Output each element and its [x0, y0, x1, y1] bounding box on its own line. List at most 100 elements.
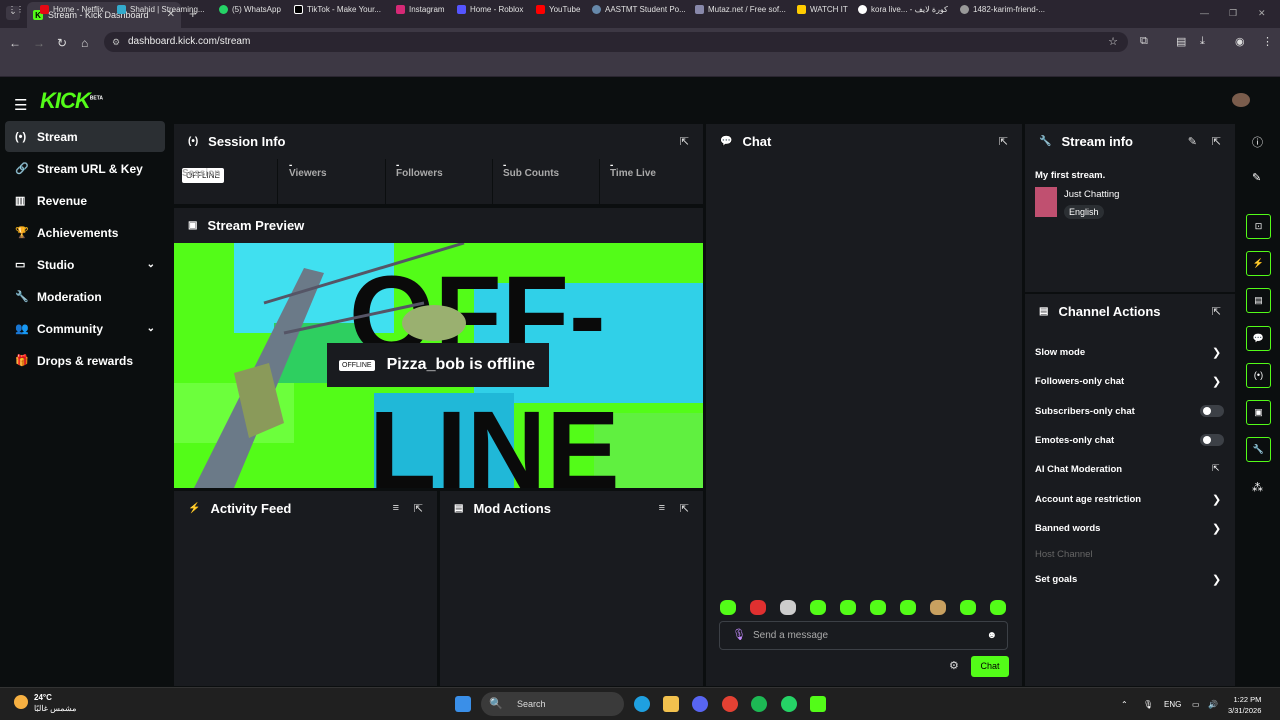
stream-category[interactable]: Just Chatting [1064, 189, 1119, 200]
address-bar[interactable]: ⚙ dashboard.kick.com/stream ☆ [104, 32, 1128, 52]
home-icon[interactable]: ⌂ [81, 36, 88, 50]
popout-icon[interactable]: ⇱ [414, 502, 423, 515]
sidebar-item-achievements[interactable]: 🏆 Achievements [5, 217, 165, 248]
taskbar-clock[interactable]: 1:22 PM 3/31/2026 [1228, 694, 1261, 716]
popout-icon[interactable]: ⇱ [680, 135, 689, 148]
rail-focus-button[interactable]: ⊡ [1246, 214, 1271, 239]
rail-session-button[interactable]: (•) [1246, 363, 1271, 388]
followers-only-chat-item[interactable]: Followers-only chat [1035, 376, 1124, 387]
rail-activity-button[interactable]: ⚡ [1246, 251, 1271, 276]
bookmark-kora[interactable]: kora live... - كورة لايف [858, 5, 948, 14]
bookmark-watchit[interactable]: WATCH IT [797, 5, 848, 14]
sidebar-item-revenue[interactable]: ▥ Revenue [5, 185, 165, 216]
volume-icon[interactable]: 🔊 [1208, 700, 1218, 709]
minimize-icon[interactable]: — [1200, 8, 1209, 18]
slow-mode-item[interactable]: Slow mode [1035, 347, 1085, 358]
download-icon[interactable]: ⤓ [1200, 35, 1205, 48]
tray-chevron-icon[interactable]: ⌃ [1121, 700, 1128, 709]
chat-message-input[interactable]: 🎙 Send a message ☻ [719, 621, 1008, 650]
emote-icon[interactable] [840, 600, 856, 615]
forward-icon[interactable]: → [33, 36, 45, 50]
microphone-icon[interactable]: 🎙 [732, 622, 746, 649]
network-icon[interactable]: ▭ [1192, 700, 1200, 709]
sidebar-item-studio[interactable]: ▭ Studio ⌄ [5, 249, 165, 280]
emote-icon[interactable] [870, 600, 886, 615]
bookmark-netflix[interactable]: Home - Netflix [40, 5, 104, 14]
subscribers-only-toggle[interactable] [1200, 405, 1224, 417]
bookmark-youtube[interactable]: YouTube [536, 5, 580, 14]
close-window-icon[interactable]: ✕ [1258, 8, 1266, 19]
chevron-right-icon[interactable]: ❯ [1212, 493, 1221, 506]
rail-mod-actions-button[interactable]: ▤ [1246, 288, 1271, 313]
windows-start-icon[interactable] [455, 696, 471, 712]
file-explorer-icon[interactable] [663, 696, 679, 712]
banned-words-item[interactable]: Banned words [1035, 523, 1100, 534]
sidebar-item-drops-rewards[interactable]: 🎁 Drops & rewards [5, 345, 165, 376]
send-chat-button[interactable]: Chat [971, 656, 1009, 677]
kick-logo[interactable]: KICKBETA [40, 88, 103, 114]
microphone-tray-icon[interactable]: 🎙 [1143, 700, 1153, 709]
account-age-restriction-item[interactable]: Account age restriction [1035, 494, 1141, 505]
site-info-icon[interactable]: ⚙ [112, 32, 120, 52]
emote-icon[interactable] [930, 600, 946, 615]
user-avatar[interactable] [1232, 93, 1250, 107]
emote-icon[interactable] [810, 600, 826, 615]
chrome-icon[interactable] [722, 696, 738, 712]
chevron-right-icon[interactable]: ❯ [1212, 375, 1221, 388]
chevron-right-icon[interactable]: ❯ [1212, 573, 1221, 586]
emote-icon[interactable] [720, 600, 736, 615]
menu-dots-icon[interactable]: ⋮ [1262, 35, 1273, 48]
info-icon[interactable]: ⓘ [1252, 134, 1263, 150]
set-goals-item[interactable]: Set goals [1035, 574, 1077, 585]
popout-icon[interactable]: ⇱ [999, 135, 1008, 148]
rail-chat-button[interactable]: 💬 [1246, 326, 1271, 351]
reload-icon[interactable]: ↻ [57, 36, 67, 50]
sidebar-item-community[interactable]: 👥 Community ⌄ [5, 313, 165, 344]
filter-icon[interactable]: ≡ [659, 502, 665, 514]
bookmark-whatsapp[interactable]: (5) WhatsApp [219, 5, 281, 14]
edge-icon[interactable] [634, 696, 650, 712]
rail-preview-button[interactable]: ▣ [1246, 400, 1271, 425]
emote-icon[interactable] [750, 600, 766, 615]
spotify-icon[interactable] [751, 696, 767, 712]
extensions-icon[interactable]: ⧉ [1140, 35, 1148, 48]
bookmark-mutaz[interactable]: Mutaz.net / Free sof... [695, 5, 786, 14]
sidebar-item-stream[interactable]: (•) Stream [5, 121, 165, 152]
ai-chat-moderation-item[interactable]: AI Chat Moderation [1035, 464, 1122, 475]
cast-icon[interactable]: ▤ [1176, 35, 1186, 48]
edit-pencil-icon[interactable]: ✎ [1252, 171, 1261, 184]
discord-icon[interactable] [692, 696, 708, 712]
chevron-right-icon[interactable]: ❯ [1212, 346, 1221, 359]
bookmark-instagram[interactable]: Instagram [396, 5, 445, 14]
emotes-only-toggle[interactable] [1200, 434, 1224, 446]
bookmark-roblox[interactable]: Home - Roblox [457, 5, 523, 14]
apps-icon[interactable]: ⋮⋮ [8, 5, 24, 14]
popout-icon[interactable]: ⇱ [680, 502, 689, 515]
bookmark-karim[interactable]: 1482-karim-friend-... [960, 5, 1045, 14]
filter-icon[interactable]: ≡ [393, 502, 399, 514]
profile-avatar-icon[interactable]: ◉ [1235, 35, 1245, 48]
emote-icon[interactable] [990, 600, 1006, 615]
language-indicator[interactable]: ENG [1164, 700, 1181, 709]
emote-icon[interactable] [900, 600, 916, 615]
hamburger-menu-icon[interactable]: ☰ [14, 96, 27, 114]
emoji-icon[interactable]: ☻ [986, 622, 997, 649]
popout-icon[interactable]: ⇱ [1212, 305, 1221, 318]
emote-icon[interactable] [780, 600, 796, 615]
sidebar-item-moderation[interactable]: 🔧 Moderation [5, 281, 165, 312]
edit-pencil-icon[interactable]: ✎ [1188, 135, 1197, 148]
bookmark-shahid[interactable]: Shahid | Streaming... [117, 5, 205, 14]
more-widgets-icon[interactable]: ⁂ [1252, 481, 1263, 494]
emote-icon[interactable] [960, 600, 976, 615]
back-icon[interactable]: ← [9, 36, 21, 50]
bookmark-star-icon[interactable]: ☆ [1108, 32, 1118, 52]
maximize-icon[interactable]: ❐ [1229, 8, 1237, 19]
popout-icon[interactable]: ⇱ [1212, 135, 1221, 148]
bookmark-tiktok[interactable]: TikTok - Make Your... [294, 5, 381, 14]
category-thumbnail[interactable] [1035, 187, 1057, 217]
taskbar-search[interactable]: 🔍 Search [481, 692, 624, 716]
chat-settings-gear-icon[interactable]: ⚙ [949, 659, 959, 672]
external-link-icon[interactable]: ⇱ [1212, 463, 1220, 474]
bookmark-aastmt[interactable]: AASTMT Student Po... [592, 5, 686, 14]
chevron-right-icon[interactable]: ❯ [1212, 522, 1221, 535]
